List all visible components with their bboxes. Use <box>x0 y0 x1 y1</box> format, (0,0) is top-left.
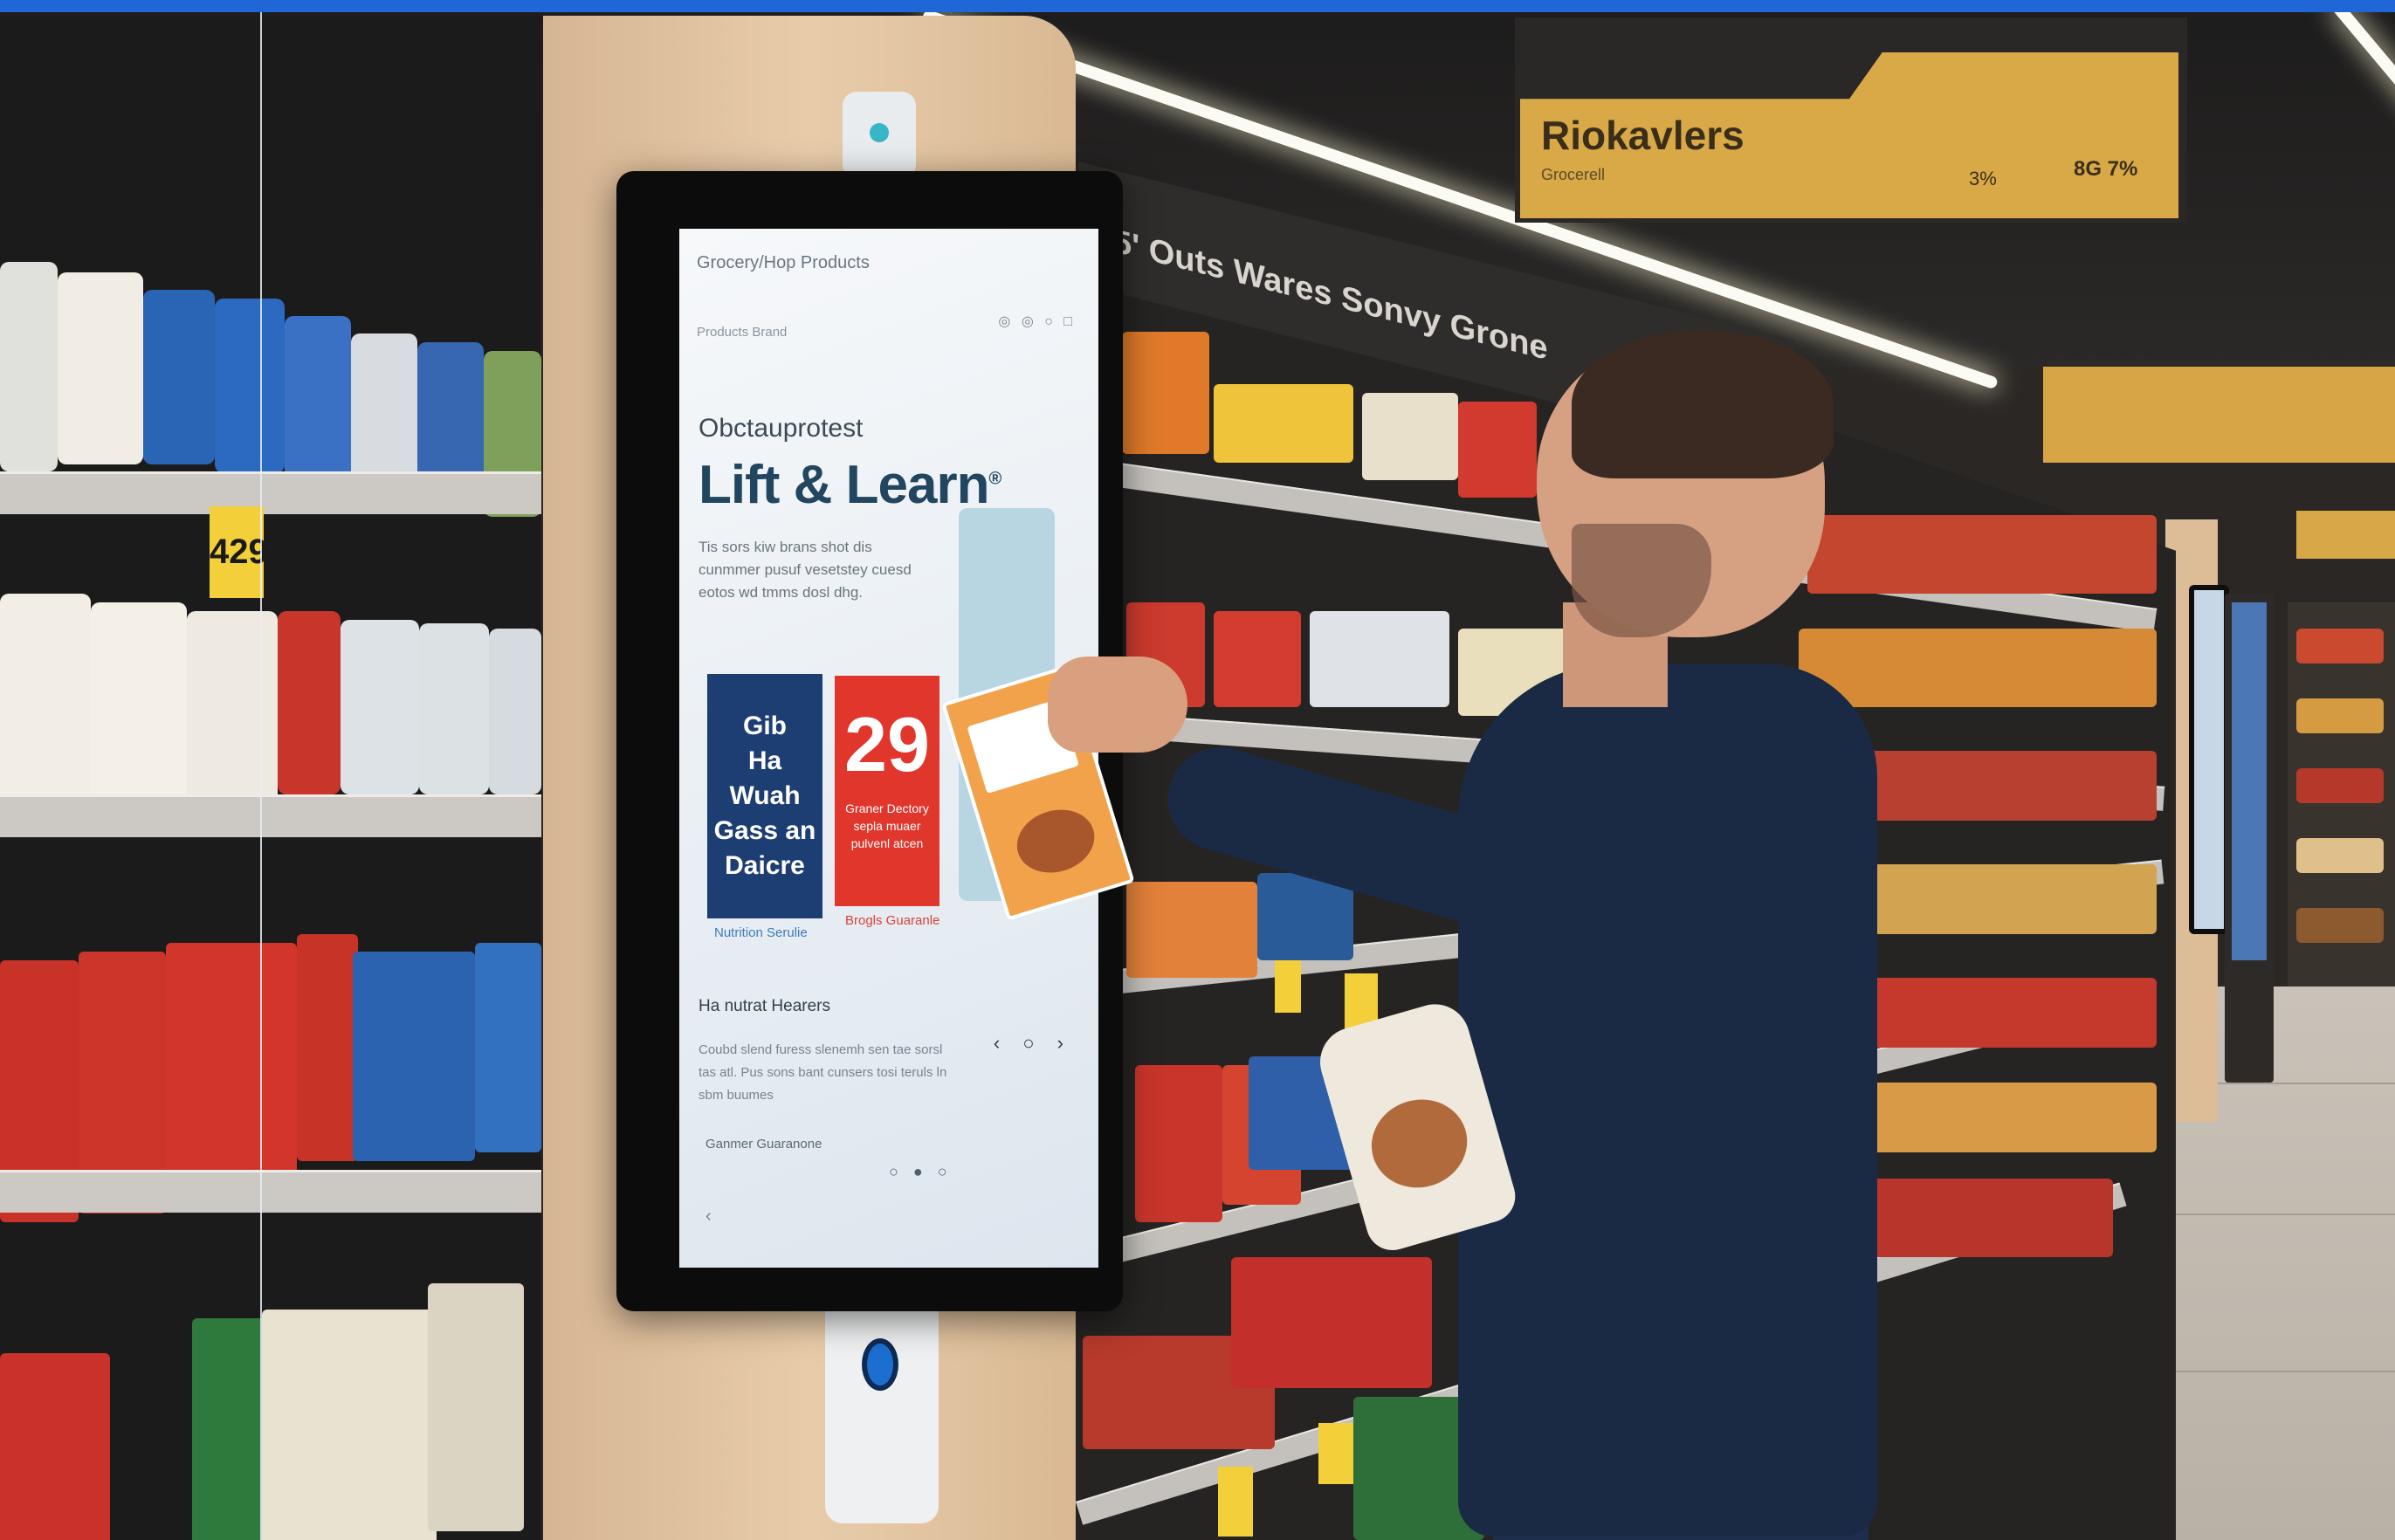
product-can <box>419 623 489 794</box>
product-can <box>91 602 187 803</box>
box-food-image <box>1008 800 1103 883</box>
scanner-device <box>825 1288 939 1523</box>
screen-title-text: Lift & Learn <box>699 455 989 515</box>
product-box <box>1126 882 1257 978</box>
screen-nav[interactable]: Products Brand <box>697 325 787 340</box>
product-can <box>278 611 341 794</box>
product-row <box>1799 629 2157 707</box>
screen-brand: Obctauprotest <box>699 414 864 443</box>
overhead-sign-number: 3% <box>1969 168 1997 189</box>
back-arrow-icon[interactable]: ‹ <box>705 1207 712 1227</box>
product-box <box>166 943 297 1196</box>
overhead-sign-back <box>2043 367 2395 463</box>
far-kiosk-display <box>2194 590 2224 929</box>
screen-status-icons: ◎ ◎ ○ □ <box>998 314 1076 329</box>
nutrition-link[interactable]: Nutrition Serulie <box>714 925 808 940</box>
product-can <box>0 262 58 471</box>
product-can <box>285 316 351 491</box>
store-scene: Riokavlers Grocerell 3% 8G 7% 5' Outs Wa… <box>0 0 2395 1540</box>
product-can <box>58 272 143 464</box>
motion-sensor-icon <box>843 92 916 179</box>
product-can <box>1310 611 1449 707</box>
overhead-sign-subtitle: Grocerell <box>1541 166 1606 183</box>
product-box <box>1458 402 1537 498</box>
product <box>2296 768 2384 803</box>
screen-title: Lift & Learn® <box>699 454 1001 516</box>
offer-number: 29 <box>844 701 930 787</box>
product-can <box>187 611 278 803</box>
shelf-edge <box>0 1170 541 1213</box>
nutrition-tile[interactable]: Gib Ha Wuah Gass an Daicre <box>707 674 822 918</box>
product-box <box>475 943 541 1152</box>
tile-line: Daicre <box>725 851 805 880</box>
screen-description: Tis sors kiw brans shot dis cunmmer pusu… <box>699 539 912 601</box>
product <box>2296 908 2384 943</box>
scanner-lens-icon <box>862 1338 898 1391</box>
product <box>2296 629 2384 663</box>
section-body: Coubd slend furess slenemh sen tae sorsl… <box>699 1042 947 1103</box>
screen-header: Grocery/Hop Products <box>697 253 870 272</box>
product-box <box>428 1283 524 1531</box>
left-shelving-unit: 429 <box>0 17 541 1540</box>
product-box <box>353 952 475 1161</box>
offer-tile[interactable]: 29 Graner Dectory sepla muaer pulvenl at… <box>835 676 939 906</box>
product-box <box>297 934 358 1161</box>
pagination-dots[interactable]: ○ ● ○ <box>889 1163 953 1181</box>
section-title: Ha nutrat Hearers <box>699 997 831 1015</box>
overhead-sign-number-2: 8G 7% <box>2074 157 2138 181</box>
product-row <box>1851 1083 2157 1152</box>
price-tag <box>1218 1467 1253 1537</box>
product-box <box>0 1353 110 1540</box>
product-can <box>341 620 419 794</box>
product-can <box>143 290 215 464</box>
shopper-hair <box>1572 330 1834 478</box>
tile-line: Gib <box>743 712 787 740</box>
shopper-hand <box>1048 657 1187 753</box>
trademark-mark: ® <box>988 469 1001 489</box>
price-tag: 429 <box>210 506 268 598</box>
product-can <box>0 594 91 803</box>
tile-line: Ha <box>747 746 782 775</box>
product-can <box>489 629 541 794</box>
screen-footer[interactable]: Ganmer Guaranone <box>705 1137 822 1152</box>
product-row <box>1851 1179 2113 1257</box>
top-blue-bar <box>0 0 2395 12</box>
tile-line: Gass an <box>713 816 816 845</box>
product <box>2296 838 2384 873</box>
sensor-light <box>870 123 889 142</box>
product-row <box>1860 978 2157 1048</box>
product-box <box>1362 393 1458 480</box>
product-box <box>1214 384 1353 463</box>
carousel-arrows[interactable]: ‹ ○ › <box>994 1032 1072 1055</box>
bag-food-image <box>1360 1088 1478 1200</box>
product <box>2296 698 2384 733</box>
far-kiosk-display-2 <box>2232 602 2267 960</box>
guarantee-link[interactable]: Brogls Guaranle <box>845 913 939 928</box>
shelf-edge <box>0 471 541 514</box>
product-can <box>1231 1257 1432 1388</box>
overhead-sign-title: Riokavlers <box>1541 113 1745 158</box>
shelf-edge <box>0 794 541 837</box>
price-tag <box>1275 960 1301 1013</box>
tile-line: Wuah <box>729 781 801 810</box>
overhead-sign-far <box>2296 511 2395 559</box>
product-row <box>1807 515 2157 594</box>
product-box <box>262 1310 437 1540</box>
background-shelving <box>2288 602 2395 987</box>
offer-caption: Graner Dectory sepla muaer pulvenl atcen <box>845 801 929 850</box>
far-kiosk-screen-2 <box>2225 594 2274 1083</box>
far-kiosk-screen <box>2189 585 2229 934</box>
price-tag <box>1318 1423 1353 1484</box>
product-can <box>215 299 285 473</box>
divider-line <box>260 0 262 1540</box>
overhead-aisle-sign: Riokavlers Grocerell 3% 8G 7% <box>1515 17 2187 223</box>
product-box <box>1122 332 1209 454</box>
product-bag <box>1135 1065 1222 1222</box>
product-row <box>1869 864 2157 934</box>
shopper-sweater <box>1458 663 1877 1537</box>
product-can <box>1214 611 1301 707</box>
